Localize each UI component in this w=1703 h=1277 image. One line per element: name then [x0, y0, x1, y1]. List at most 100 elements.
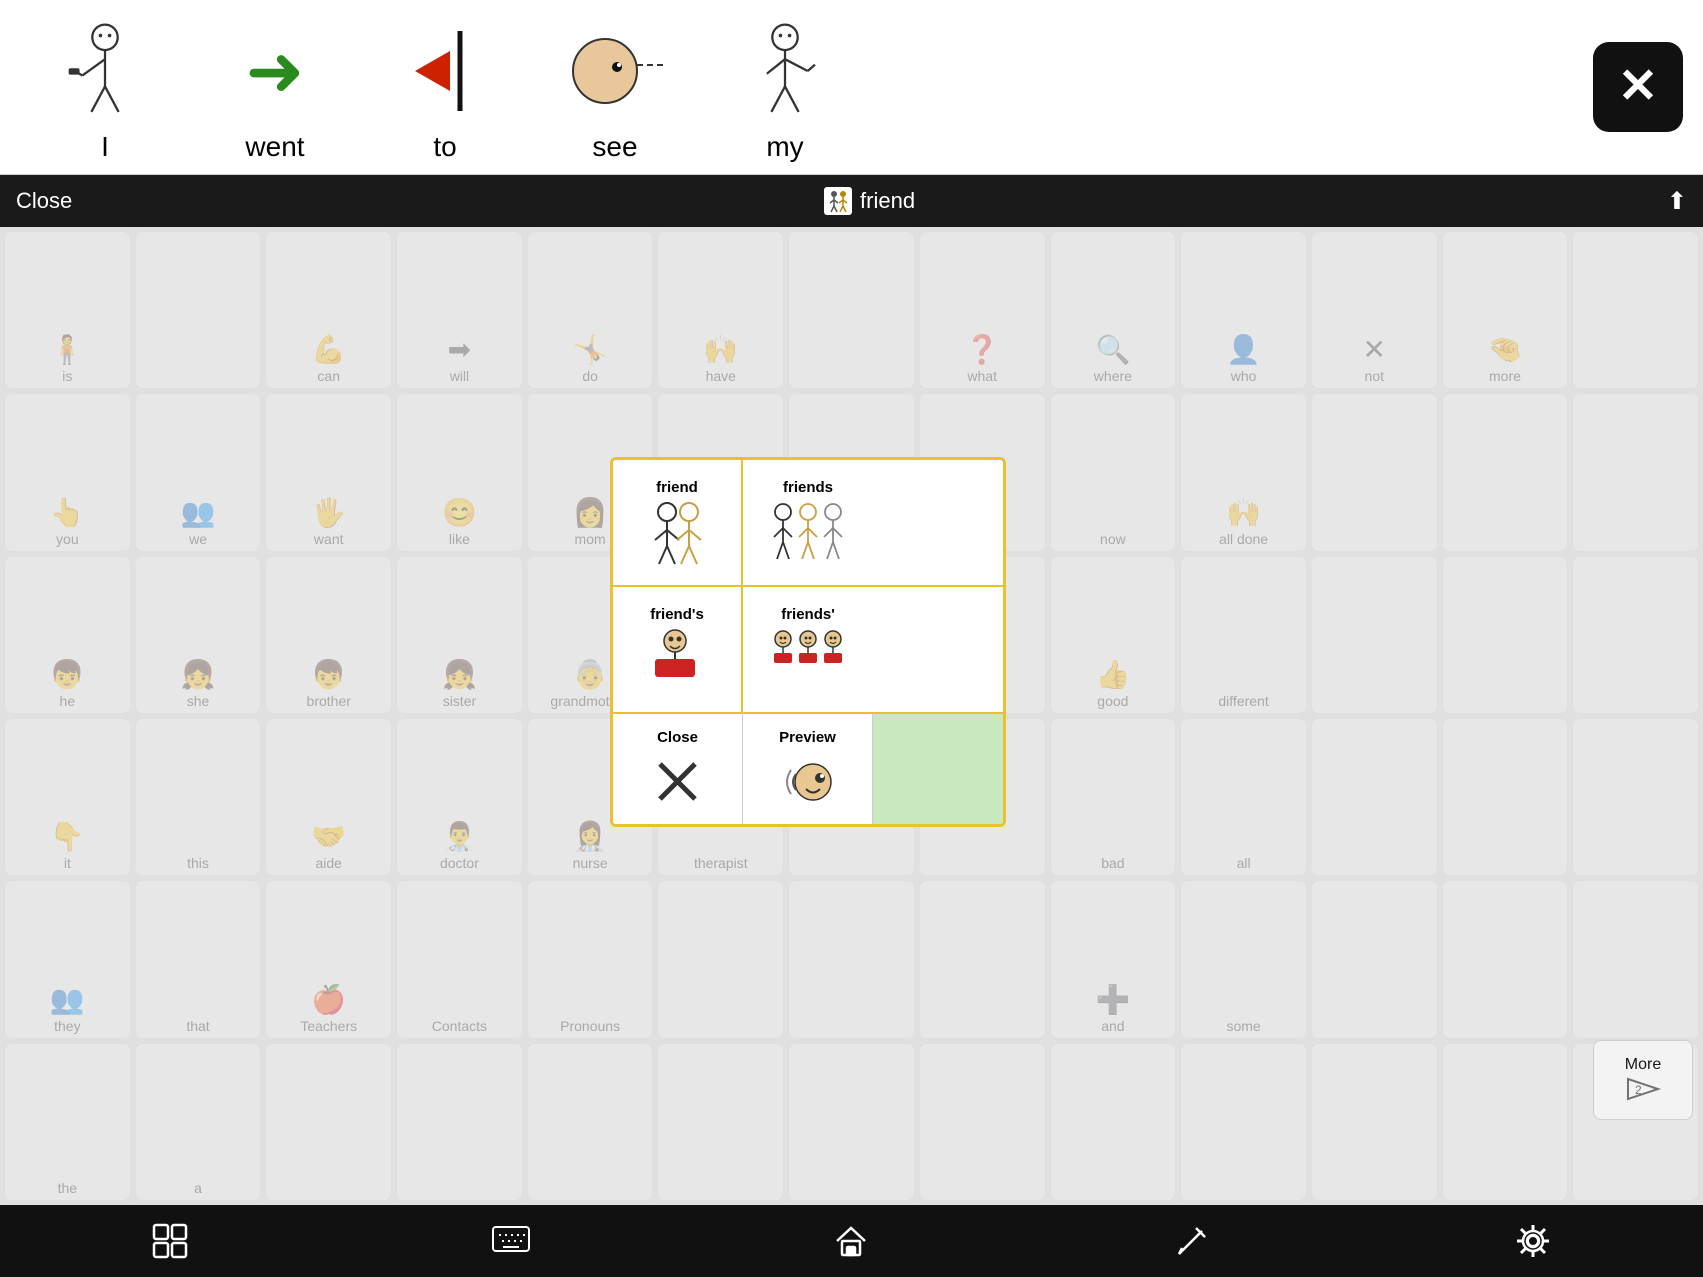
word-label-to: to — [433, 131, 456, 163]
grid-cell-the[interactable]: the — [4, 1043, 131, 1201]
share-button[interactable]: ⬆ — [1667, 187, 1687, 216]
grid-area: 🧍is 💪can ➡will 🤸do 🙌have ❓what 🔍where 👤w… — [0, 227, 1703, 1205]
svg-text:2: 2 — [1635, 1083, 1642, 1097]
bottom-nav — [0, 1205, 1703, 1277]
grid-cell-this[interactable]: this — [135, 718, 262, 876]
grid-cell-r5c12 — [1442, 880, 1569, 1038]
word-variant-popup: friend friends — [610, 457, 1006, 832]
grid-cell-you[interactable]: 👆you — [4, 393, 131, 551]
grid-cell-r4c12 — [1442, 718, 1569, 876]
grid-cell-r3c13 — [1572, 556, 1699, 714]
grid-cell-is[interactable]: 🧍is — [4, 231, 131, 389]
grid-cell-will[interactable]: ➡will — [396, 231, 523, 389]
toolbar-friend-icon — [824, 187, 852, 215]
word-went[interactable]: ➜ went — [220, 11, 330, 163]
word-my[interactable]: my — [730, 11, 840, 163]
grid-cell-r2c13 — [1572, 393, 1699, 551]
grid-cell-a[interactable]: a — [135, 1043, 262, 1201]
popup-cell-close[interactable]: Close — [613, 714, 743, 824]
nav-keyboard-button[interactable] — [481, 1211, 541, 1271]
grid-cell-r6c3 — [265, 1043, 392, 1201]
word-label-I: I — [101, 131, 109, 163]
went-arrow-icon: ➜ — [246, 30, 305, 112]
grid-cell-they[interactable]: 👥they — [4, 880, 131, 1038]
grid-cell-r5c6 — [657, 880, 784, 1038]
grid-cell-r2c12 — [1442, 393, 1569, 551]
popup-cell-friends-plural-possessive[interactable]: friends' — [743, 587, 873, 712]
grid-cell-he[interactable]: 👦he — [4, 556, 131, 714]
grid-cell-r3c12 — [1442, 556, 1569, 714]
grid-cell-r1end — [1572, 231, 1699, 389]
popup-cell-preview[interactable]: Preview — [743, 714, 873, 824]
toolbar-word-label: friend — [860, 188, 915, 214]
grid-cell-all[interactable]: all — [1180, 718, 1307, 876]
toolbar-close-button[interactable]: Close — [16, 188, 72, 214]
more-button[interactable]: More 2 — [1593, 1040, 1693, 1120]
grid-cell-r4c13 — [1572, 718, 1699, 876]
grid-cell-r6c8 — [919, 1043, 1046, 1201]
grid-cell-she[interactable]: 👧she — [135, 556, 262, 714]
grid-cell-brother[interactable]: 👦brother — [265, 556, 392, 714]
more-label: More — [1625, 1056, 1661, 1074]
grid-cell-like[interactable]: 😊like — [396, 393, 523, 551]
grid-cell-r5c11 — [1311, 880, 1438, 1038]
word-I[interactable]: I — [50, 11, 160, 163]
grid-cell-pronouns[interactable]: Pronouns — [527, 880, 654, 1038]
nav-settings-button[interactable] — [1503, 1211, 1563, 1271]
grid-cell-r5c8 — [919, 880, 1046, 1038]
grid-cell-r6c4 — [396, 1043, 523, 1201]
grid-cell-r6c9 — [1050, 1043, 1177, 1201]
grid-cell-do[interactable]: 🤸do — [527, 231, 654, 389]
grid-cell-want[interactable]: 🖐want — [265, 393, 392, 551]
grid-cell-r5c13 — [1572, 880, 1699, 1038]
grid-cell-more[interactable]: 🤏more — [1442, 231, 1569, 389]
grid-cell-have[interactable]: 🙌have — [657, 231, 784, 389]
grid-cell-r6c12 — [1442, 1043, 1569, 1201]
grid-cell-empty2 — [788, 231, 915, 389]
grid-cell-r5c7 — [788, 880, 915, 1038]
grid-cell-we[interactable]: 👥we — [135, 393, 262, 551]
grid-cell-different[interactable]: different — [1180, 556, 1307, 714]
grid-cell-contacts[interactable]: Contacts — [396, 880, 523, 1038]
grid-cell-r6c7 — [788, 1043, 915, 1201]
grid-cell-some[interactable]: some — [1180, 880, 1307, 1038]
word-to[interactable]: to — [390, 11, 500, 163]
grid-cell-bad[interactable]: bad — [1050, 718, 1177, 876]
popup-cell-friends[interactable]: friends — [743, 460, 873, 585]
word-label-went: went — [245, 131, 304, 163]
grid-cell-good[interactable]: 👍good — [1050, 556, 1177, 714]
grid-cell-empty1 — [135, 231, 262, 389]
grid-cell-r2c11 — [1311, 393, 1438, 551]
grid-cell-it[interactable]: 👇it — [4, 718, 131, 876]
popup-cell-empty — [873, 714, 1003, 824]
grid-cell-now[interactable]: now — [1050, 393, 1177, 551]
nav-grid-button[interactable] — [140, 1211, 200, 1271]
word-label-see: see — [592, 131, 637, 163]
grid-cell-r6c11 — [1311, 1043, 1438, 1201]
grid-cell-r6c6 — [657, 1043, 784, 1201]
sentence-bar: I ➜ went to — [0, 0, 1703, 175]
grid-cell-that[interactable]: that — [135, 880, 262, 1038]
dismiss-button[interactable]: ✕ — [1593, 42, 1683, 132]
popup-cell-friends-possessive[interactable]: friend's — [613, 587, 743, 712]
grid-cell-can[interactable]: 💪can — [265, 231, 392, 389]
grid-cell-sister[interactable]: 👧sister — [396, 556, 523, 714]
grid-cell-aide[interactable]: 🤝aide — [265, 718, 392, 876]
nav-home-button[interactable] — [821, 1211, 881, 1271]
grid-cell-where[interactable]: 🔍where — [1050, 231, 1177, 389]
grid-cell-and[interactable]: ➕and — [1050, 880, 1177, 1038]
grid-cell-doctor[interactable]: 👨‍⚕️doctor — [396, 718, 523, 876]
toolbar-center: friend — [824, 187, 915, 215]
grid-cell-what[interactable]: ❓what — [919, 231, 1046, 389]
grid-cell-r6c5 — [527, 1043, 654, 1201]
close-icon: ✕ — [1618, 63, 1658, 111]
grid-cell-r4c11 — [1311, 718, 1438, 876]
popup-cell-friend[interactable]: friend — [613, 460, 743, 585]
grid-cell-alldone[interactable]: 🙌all done — [1180, 393, 1307, 551]
grid-cell-r6c10 — [1180, 1043, 1307, 1201]
grid-cell-teachers[interactable]: 🍎Teachers — [265, 880, 392, 1038]
nav-edit-button[interactable] — [1162, 1211, 1222, 1271]
grid-cell-who[interactable]: 👤who — [1180, 231, 1307, 389]
word-see[interactable]: see — [560, 11, 670, 163]
grid-cell-not[interactable]: ✕not — [1311, 231, 1438, 389]
